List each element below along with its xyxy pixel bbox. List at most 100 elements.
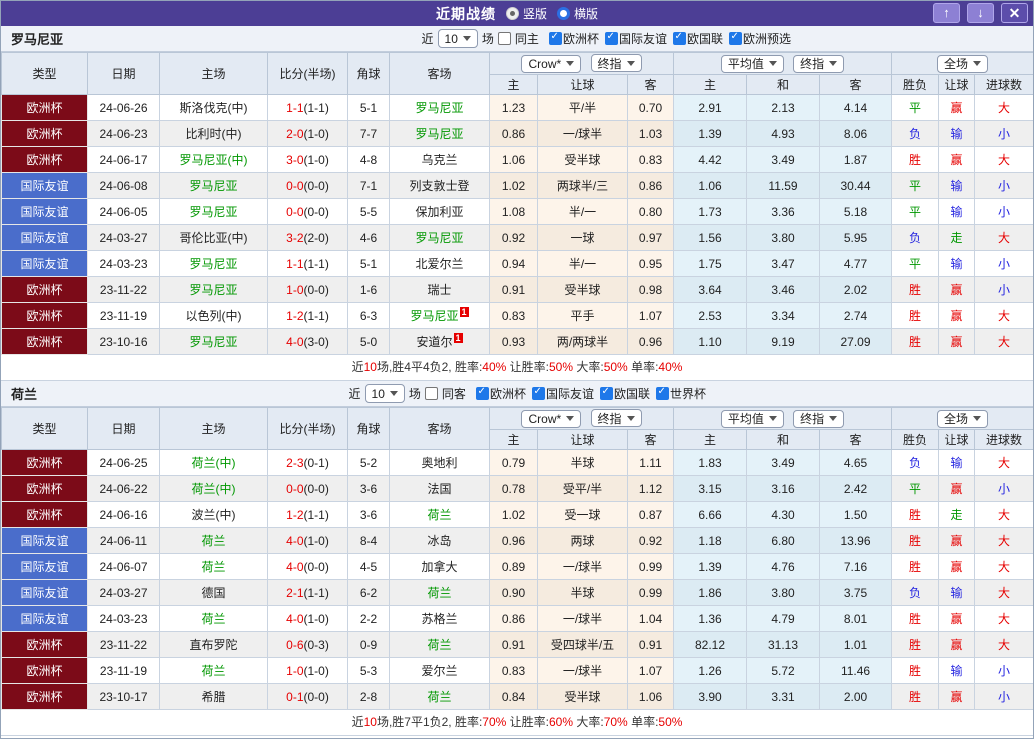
cell-corners: 5-1 [347, 250, 390, 277]
bookmaker-select[interactable]: Crow* [521, 409, 582, 428]
layout-radio-horizontal[interactable]: 横版 [557, 5, 598, 22]
games-suffix-label: 场 [408, 387, 421, 401]
radio-selected-icon[interactable] [505, 7, 519, 20]
cell-home-team[interactable]: 以色列(中) [159, 302, 268, 329]
cell-result-handicap: 赢 [938, 605, 976, 632]
cell-odds-home: 1.06 [489, 146, 538, 173]
avg-final-select[interactable]: 终指 [793, 409, 845, 428]
move-down-button[interactable]: ↓ [967, 3, 994, 23]
cell-away-team[interactable]: 罗马尼亚 1 [389, 302, 490, 329]
cell-away-team[interactable]: 罗马尼亚 [389, 224, 490, 251]
cell-away-team[interactable]: 奥地利 [389, 449, 490, 476]
cell-home-team[interactable]: 荷兰 [159, 657, 268, 684]
avg-selects-cell: 平均值 终指 [672, 52, 893, 75]
cell-away-team[interactable]: 罗马尼亚 [389, 94, 490, 121]
cell-home-team[interactable]: 波兰(中) [159, 501, 268, 528]
cell-date: 24-06-16 [87, 501, 160, 528]
cell-home-team[interactable]: 荷兰 [159, 605, 268, 632]
cell-home-team[interactable]: 荷兰 [159, 553, 268, 580]
cell-result-handicap: 输 [938, 198, 976, 225]
cell-result-wl: 胜 [891, 276, 940, 303]
cell-league-type: 欧洲杯 [1, 475, 88, 502]
same-venue-checkbox[interactable] [497, 32, 511, 45]
league-checkbox[interactable] [655, 386, 669, 400]
cell-avg-draw: 31.13 [746, 631, 820, 658]
cell-home-team[interactable]: 德国 [159, 579, 268, 606]
cell-score: 0-1(0-0) [267, 683, 348, 710]
average-select[interactable]: 平均值 [720, 409, 784, 428]
col-type: 类型 [1, 407, 88, 450]
average-select[interactable]: 平均值 [720, 54, 784, 73]
move-up-button[interactable]: ↑ [933, 3, 960, 23]
cell-home-team[interactable]: 荷兰(中) [159, 449, 268, 476]
cell-away-team[interactable]: 加拿大 [389, 553, 490, 580]
league-checkbox[interactable] [548, 31, 562, 45]
league-checkbox[interactable] [604, 31, 618, 45]
cell-away-team[interactable]: 爱尔兰 [389, 657, 490, 684]
scope-select[interactable]: 全场 [937, 409, 989, 428]
cell-home-team[interactable]: 罗马尼亚 [159, 198, 268, 225]
cell-away-team[interactable]: 瑞士 [389, 276, 490, 303]
cell-away-team[interactable]: 荷兰 [389, 501, 490, 528]
final-odds-select[interactable]: 终指 [590, 54, 642, 73]
cell-odds-handicap: 两球半/三 [537, 172, 628, 199]
close-button[interactable]: ✕ [1001, 3, 1028, 23]
filter-controls: 近 10 场 同主 欧洲杯 国际友谊 欧国联 欧洲预选 [422, 29, 791, 48]
cell-away-team[interactable]: 法国 [389, 475, 490, 502]
match-row: 欧洲杯 24-06-23 比利时(中) 2-0(1-0) 7-7 罗马尼亚 0.86 一/球半… [1, 120, 1033, 147]
scope-select[interactable]: 全场 [937, 54, 989, 73]
cell-odds-away: 0.97 [627, 224, 674, 251]
team-bar: 罗马尼亚 近 10 场 同主 欧洲杯 国际友谊 欧国联 欧洲预选 [1, 26, 1033, 52]
cell-result-wl: 平 [891, 172, 940, 199]
cell-away-team[interactable]: 冰岛 [389, 527, 490, 554]
cell-result-goals: 大 [974, 224, 1033, 251]
cell-home-team[interactable]: 荷兰(中) [159, 475, 268, 502]
cell-home-team[interactable]: 罗马尼亚(中) [159, 146, 268, 173]
final-odds-select[interactable]: 终指 [590, 409, 642, 428]
cell-home-team[interactable]: 罗马尼亚 [159, 172, 268, 199]
cell-avg-away: 5.95 [818, 224, 893, 251]
cell-away-team[interactable]: 乌克兰 [389, 146, 490, 173]
cell-avg-home: 1.10 [673, 328, 747, 355]
cell-home-team[interactable]: 哥伦比亚(中) [159, 224, 268, 251]
team-bar: 荷兰 近 10 场 同客 欧洲杯 国际友谊 欧国联 世界杯 [1, 381, 1033, 407]
cell-home-team[interactable]: 比利时(中) [159, 120, 268, 147]
league-checkbox[interactable] [728, 31, 742, 45]
cell-away-team[interactable]: 列支敦士登 [389, 172, 490, 199]
cell-away-team[interactable]: 荷兰 [389, 683, 490, 710]
cell-home-team[interactable]: 荷兰 [159, 527, 268, 554]
bookmaker-select[interactable]: Crow* [521, 54, 582, 73]
games-count-select[interactable]: 10 [364, 384, 405, 403]
cell-away-team[interactable]: 荷兰 [389, 631, 490, 658]
radio-unselected-icon[interactable] [557, 7, 570, 20]
cell-avg-draw: 4.79 [746, 605, 820, 632]
cell-result-handicap: 输 [938, 449, 976, 476]
games-count-select[interactable]: 10 [437, 29, 478, 48]
cell-home-team[interactable]: 罗马尼亚 [159, 276, 268, 303]
league-checkbox[interactable] [672, 31, 686, 45]
cell-away-team[interactable]: 安道尔 1 [389, 328, 490, 355]
cell-home-team[interactable]: 希腊 [159, 683, 268, 710]
same-venue-checkbox[interactable] [424, 387, 438, 400]
match-row: 欧洲杯 23-11-22 罗马尼亚 1-0(0-0) 1-6 瑞士 0.91 受半球 0.98 3… [1, 276, 1033, 303]
cell-home-team[interactable]: 斯洛伐克(中) [159, 94, 268, 121]
cell-odds-home: 0.91 [489, 631, 538, 658]
cell-avg-home: 1.06 [673, 172, 747, 199]
avg-final-select[interactable]: 终指 [793, 54, 845, 73]
cell-away-team[interactable]: 保加利亚 [389, 198, 490, 225]
league-checkbox[interactable] [475, 386, 489, 400]
cell-home-team[interactable]: 直布罗陀 [159, 631, 268, 658]
cell-away-team[interactable]: 苏格兰 [389, 605, 490, 632]
match-row: 国际友谊 24-03-27 德国 2-1(1-1) 6-2 荷兰 0.90 半球 0.99 1.8… [1, 579, 1033, 606]
league-checkbox[interactable] [599, 386, 613, 400]
league-checkbox[interactable] [531, 386, 545, 400]
layout-radio-vertical[interactable]: 竖版 [505, 5, 547, 22]
cell-score: 2-1(1-1) [267, 579, 348, 606]
col-home: 主场 [159, 52, 268, 95]
cell-result-wl: 负 [891, 120, 940, 147]
cell-home-team[interactable]: 罗马尼亚 [159, 328, 268, 355]
cell-away-team[interactable]: 荷兰 [389, 579, 490, 606]
cell-home-team[interactable]: 罗马尼亚 [159, 250, 268, 277]
cell-away-team[interactable]: 北爱尔兰 [389, 250, 490, 277]
cell-away-team[interactable]: 罗马尼亚 [389, 120, 490, 147]
